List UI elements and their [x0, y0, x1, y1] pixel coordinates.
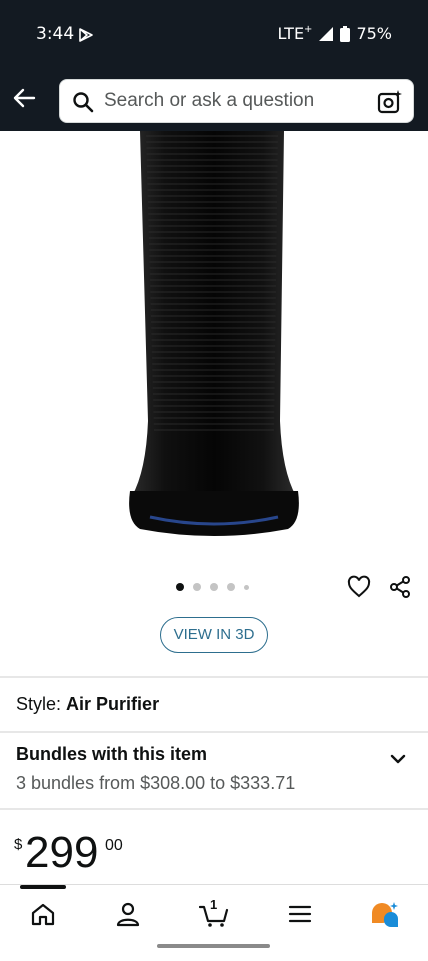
- carousel-dot[interactable]: [176, 583, 184, 591]
- style-label: Style:: [16, 694, 62, 714]
- price-currency: $: [14, 836, 23, 853]
- cart-count-badge: 1: [210, 897, 218, 912]
- image-carousel-dots[interactable]: [176, 583, 249, 591]
- nav-active-indicator: [20, 885, 66, 889]
- view-in-3d-button[interactable]: VIEW IN 3D: [160, 617, 268, 653]
- search-bar[interactable]: Search or ask a question: [59, 79, 414, 123]
- section-divider: [0, 676, 428, 678]
- bottom-nav: 1: [0, 884, 428, 961]
- status-bar: 3:44 LTE + 75%: [0, 0, 428, 68]
- rufus-assistant-icon[interactable]: [370, 901, 400, 927]
- style-value: Air Purifier: [66, 694, 160, 714]
- search-icon: [73, 92, 94, 113]
- battery-percent: 75%: [356, 24, 392, 43]
- home-icon[interactable]: [30, 901, 56, 927]
- network-plus-icon: +: [304, 24, 313, 35]
- menu-icon[interactable]: [287, 901, 313, 927]
- air-purifier-image: [129, 131, 299, 536]
- bundles-subtitle: 3 bundles from $308.00 to $333.71: [16, 773, 296, 793]
- network-label: LTE: [277, 24, 305, 43]
- style-selector[interactable]: Style: Air Purifier: [16, 694, 159, 715]
- play-store-icon: [79, 28, 93, 42]
- top-header: Search or ask a question: [0, 68, 428, 131]
- carousel-dot[interactable]: [227, 583, 235, 591]
- price-fraction: 00: [105, 837, 123, 854]
- camera-search-icon[interactable]: [377, 89, 403, 115]
- section-divider: [0, 731, 428, 733]
- chevron-down-icon[interactable]: [387, 748, 409, 770]
- account-icon[interactable]: [115, 901, 141, 927]
- status-indicators: LTE + 75%: [277, 24, 392, 43]
- carousel-dot[interactable]: [193, 583, 201, 591]
- gesture-home-bar[interactable]: [157, 944, 270, 948]
- status-time: 3:44: [36, 24, 75, 44]
- carousel-dot[interactable]: [244, 584, 249, 590]
- bundles-title[interactable]: Bundles with this item: [16, 744, 207, 765]
- back-arrow-icon[interactable]: [10, 84, 38, 112]
- share-icon[interactable]: [388, 575, 412, 599]
- price-whole: 299: [25, 828, 99, 877]
- section-divider: [0, 808, 428, 810]
- battery-icon: [340, 25, 351, 42]
- wishlist-heart-icon[interactable]: [347, 575, 371, 599]
- carousel-dot[interactable]: [210, 583, 218, 591]
- signal-icon: [319, 26, 334, 41]
- product-image[interactable]: [0, 131, 428, 571]
- search-input[interactable]: Search or ask a question: [104, 90, 314, 112]
